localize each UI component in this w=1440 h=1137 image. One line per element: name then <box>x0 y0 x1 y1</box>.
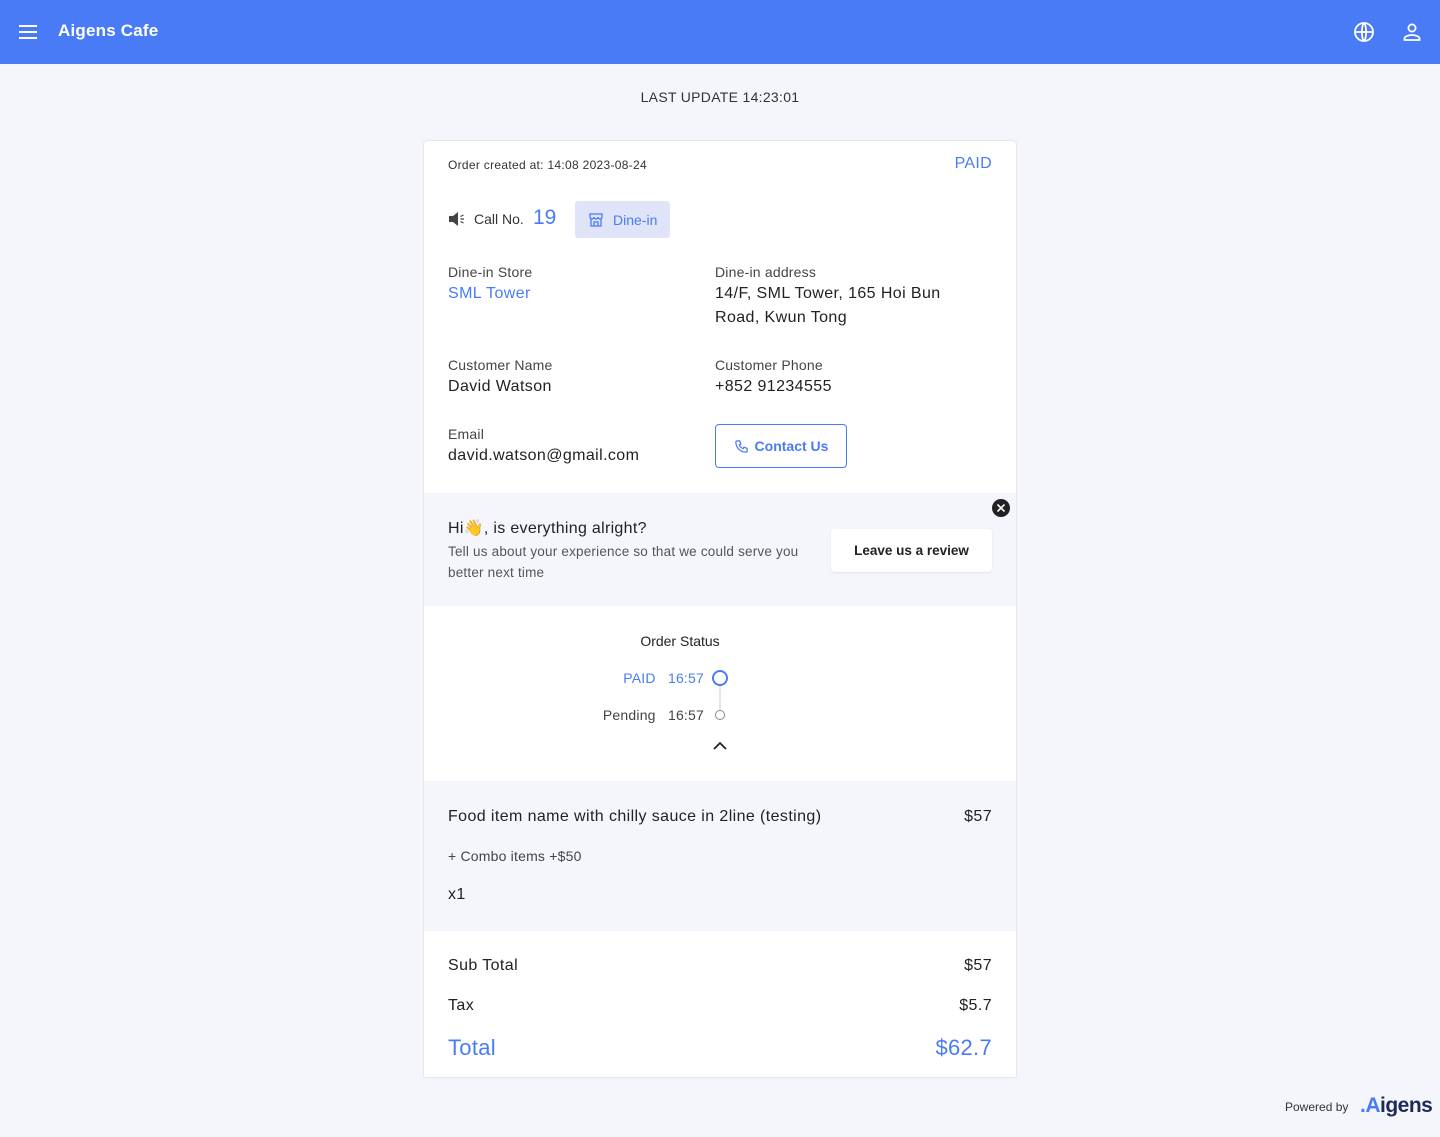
powered-by-label: Powered by <box>1285 1100 1349 1114</box>
status-step-time: 16:57 <box>667 707 704 723</box>
address-line-1: 14/F, SML Tower, 165 Hoi Bun <box>715 285 941 302</box>
customer-phone: +852 91234555 <box>715 378 832 395</box>
customer-name: David Watson <box>448 378 552 395</box>
close-icon <box>992 499 1010 517</box>
order-status-title: Order Status <box>640 633 720 649</box>
total-label: Total <box>448 1035 496 1060</box>
item-combo: + Combo items +$50 <box>448 848 582 864</box>
menu-button[interactable] <box>16 20 40 44</box>
logo-prefix: .A <box>1360 1094 1381 1117</box>
status-step-time: 16:57 <box>667 670 704 686</box>
last-update: LAST UPDATE 14:23:01 <box>640 89 800 105</box>
close-review-button[interactable] <box>991 498 1011 518</box>
tax-value: $5.7 <box>959 997 992 1014</box>
customer-phone-label: Customer Phone <box>715 357 823 373</box>
status-step-pending: Pending 16:57 <box>603 707 704 723</box>
subtotal-label: Sub Total <box>448 957 519 974</box>
menu-icon <box>19 25 37 39</box>
contact-us-button[interactable]: Contact Us <box>715 424 847 468</box>
leave-review-button[interactable]: Leave us a review <box>831 529 992 572</box>
chevron-up-icon[interactable] <box>711 739 729 753</box>
status-step-paid: PAID 16:57 <box>623 670 704 686</box>
item-quantity: x1 <box>448 886 466 903</box>
service-type-label: Dine-in <box>613 211 658 228</box>
email-value: david.watson@gmail.com <box>448 447 640 464</box>
order-card: Order created at: 14:08 2023-08-24 PAID … <box>424 141 1016 1077</box>
call-number-label: Call No. <box>474 211 524 227</box>
aigens-logo: .Aigens <box>1360 1094 1433 1118</box>
tax-label: Tax <box>448 997 475 1014</box>
status-step-label: Pending <box>602 707 656 723</box>
store-label: Dine-in Store <box>448 264 533 280</box>
review-title: Hi👋, is everything alright? <box>448 520 647 537</box>
top-app-bar: Aigens Cafe <box>0 0 1440 64</box>
logo-suffix: igens <box>1380 1094 1433 1117</box>
speaker-icon <box>449 212 464 226</box>
address-label: Dine-in address <box>715 264 817 280</box>
address-line-2: Road, Kwun Tong <box>715 309 848 326</box>
status-step-label: PAID <box>623 670 656 686</box>
account-button[interactable] <box>1400 20 1424 44</box>
user-icon <box>1403 23 1421 41</box>
service-type-chip: Dine-in <box>575 201 670 238</box>
item-name: Food item name with chilly sauce in 2lin… <box>448 808 822 825</box>
review-text: Tell us about your experience so that we… <box>448 544 799 580</box>
email-label: Email <box>448 426 485 442</box>
store-name-link[interactable]: SML Tower <box>448 285 531 303</box>
subtotal-value: $57 <box>964 957 992 974</box>
store-icon <box>589 212 603 227</box>
total-value: $62.7 <box>935 1035 992 1060</box>
order-created: Order created at: 14:08 2023-08-24 <box>448 158 647 172</box>
language-button[interactable] <box>1352 20 1376 44</box>
app-title: Aigens Cafe <box>58 21 159 40</box>
contact-us-label: Contact Us <box>754 438 829 454</box>
customer-name-label: Customer Name <box>448 357 553 373</box>
address-value: 14/F, SML Tower, 165 Hoi Bun Road, Kwun … <box>715 282 941 330</box>
call-number: 19 <box>533 206 557 229</box>
globe-icon <box>1354 22 1374 42</box>
phone-icon <box>734 439 748 453</box>
item-price: $57 <box>964 808 992 825</box>
status-timeline <box>712 670 728 720</box>
payment-status: PAID <box>954 155 992 172</box>
